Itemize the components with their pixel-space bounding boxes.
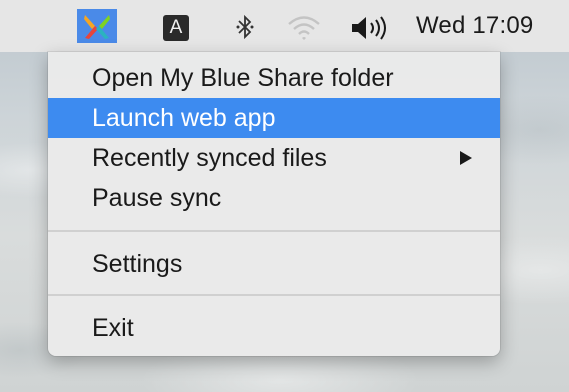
menu-item-label: Pause sync xyxy=(92,184,222,212)
menu-separator xyxy=(48,230,500,232)
menu-item-pause-sync[interactable]: Pause sync xyxy=(48,178,500,218)
submenu-arrow-icon xyxy=(460,151,472,165)
menu-item-label: Recently synced files xyxy=(92,144,327,172)
menu-item-label: Open My Blue Share folder xyxy=(92,64,394,92)
menu-item-label: Settings xyxy=(92,250,183,278)
menu-item-exit[interactable]: Exit xyxy=(48,308,500,348)
menu-separator xyxy=(48,294,500,296)
input-source-label: A xyxy=(169,17,183,38)
blue-share-logo-icon xyxy=(84,15,110,39)
menu-item-label: Exit xyxy=(92,314,134,342)
menu-bar: A Wed 17:09 xyxy=(0,0,569,52)
bluetooth-icon[interactable] xyxy=(234,12,256,42)
menu-item-label: Launch web app xyxy=(92,104,276,132)
input-source-icon[interactable]: A xyxy=(163,15,189,41)
menu-item-recently-synced-files[interactable]: Recently synced files xyxy=(48,138,500,178)
blue-share-app-icon[interactable] xyxy=(77,9,117,43)
menu-item-settings[interactable]: Settings xyxy=(48,244,500,284)
menu-item-open-folder[interactable]: Open My Blue Share folder xyxy=(48,58,500,98)
wifi-icon[interactable] xyxy=(286,14,322,42)
menubar-clock[interactable]: Wed 17:09 xyxy=(416,12,533,40)
app-dropdown-menu: Open My Blue Share folder Launch web app… xyxy=(48,52,500,356)
volume-icon[interactable] xyxy=(350,14,398,42)
menu-item-launch-web-app[interactable]: Launch web app xyxy=(48,98,500,138)
